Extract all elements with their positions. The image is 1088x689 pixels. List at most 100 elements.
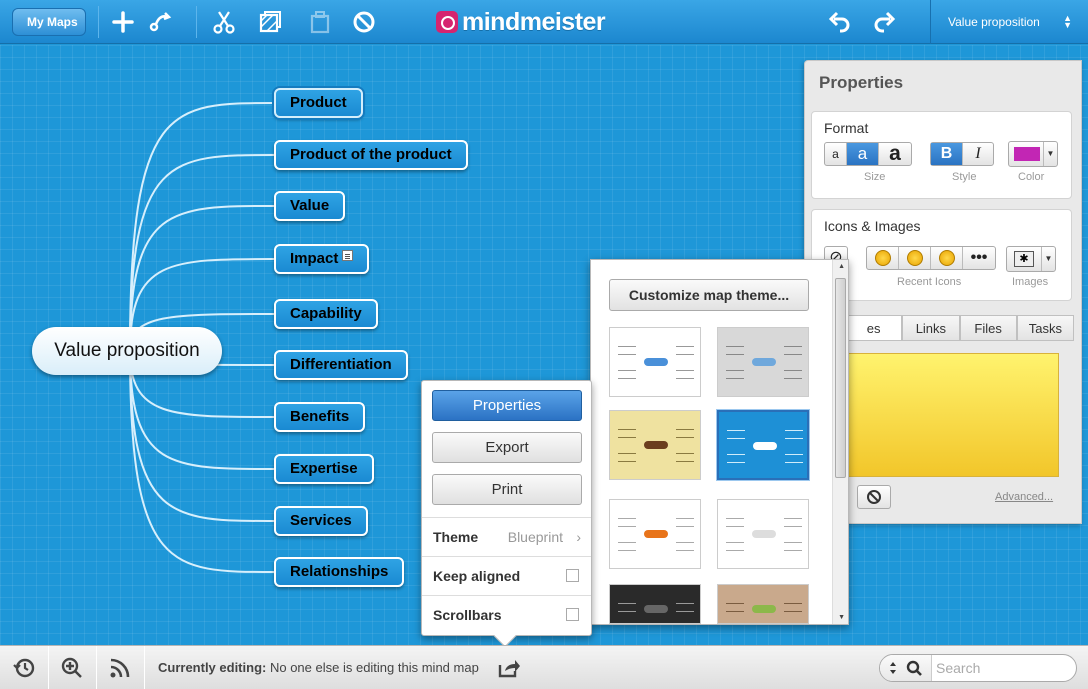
theme-thumb-minimal[interactable]: [717, 499, 809, 569]
size-label: Size: [864, 171, 886, 183]
recent-icons-group: •••: [866, 246, 996, 270]
chevron-right-icon: ›: [576, 529, 581, 545]
search-options-button[interactable]: [880, 655, 932, 681]
share-icon[interactable]: [497, 656, 521, 680]
paste-icon[interactable]: [307, 9, 333, 35]
thumb-branch: [784, 526, 802, 527]
thumb-branch: [784, 518, 802, 519]
theme-thumb-blueprint[interactable]: [717, 410, 809, 480]
theme-thumb-dark[interactable]: [609, 584, 701, 624]
clear-note-button[interactable]: [857, 485, 891, 509]
note-editor[interactable]: [845, 353, 1059, 477]
top-toolbar: My Maps mindmeister Value proposition ▲ ▼: [0, 0, 1088, 44]
thumb-branch: [676, 603, 694, 604]
redo-icon[interactable]: [872, 9, 898, 35]
thumb-branch: [618, 370, 636, 371]
node-services[interactable]: Services: [274, 506, 368, 536]
keep-aligned-checkbox[interactable]: [566, 569, 579, 582]
node-benefits[interactable]: Benefits: [274, 402, 366, 432]
delete-icon[interactable]: [351, 9, 377, 35]
smiley-happy-icon[interactable]: [867, 247, 899, 269]
scroll-up-icon[interactable]: ▲: [838, 263, 845, 270]
scrollbar-thumb[interactable]: [835, 278, 846, 478]
node-expertise[interactable]: Expertise: [274, 454, 374, 484]
map-selector[interactable]: Value proposition ▲ ▼: [930, 0, 1088, 44]
theme-thumb-default[interactable]: [609, 327, 701, 397]
node-product[interactable]: Product: [274, 88, 363, 118]
node-capability[interactable]: Capability: [274, 299, 378, 329]
color-picker[interactable]: ▼: [1008, 141, 1058, 167]
note-icon[interactable]: [342, 250, 354, 261]
gallery-scrollbar[interactable]: ▲ ▼: [832, 260, 848, 624]
properties-title: Properties: [819, 73, 904, 92]
thumb-branch: [784, 611, 802, 612]
cut-icon[interactable]: [211, 9, 237, 35]
node-relationships[interactable]: Relationships: [274, 557, 405, 587]
node-value[interactable]: Value: [274, 191, 346, 221]
history-icon[interactable]: [12, 656, 36, 680]
tab-links[interactable]: Links: [902, 315, 960, 340]
format-section: Format a a a Size B I Style ▼ Color: [811, 111, 1072, 199]
my-maps-button[interactable]: My Maps: [12, 8, 86, 36]
node-label: Product: [290, 94, 347, 111]
thumb-branch: [676, 550, 694, 551]
zoom-in-icon[interactable]: [60, 656, 84, 680]
more-icons-button[interactable]: •••: [963, 247, 995, 269]
thumb-branch: [676, 526, 694, 527]
keep-aligned-row[interactable]: Keep aligned: [422, 556, 591, 595]
style-label: Style: [952, 171, 977, 183]
thumb-center-node: [752, 530, 776, 538]
bottom-toolbar: Currently editing: No one else is editin…: [0, 645, 1088, 689]
thumb-branch: [676, 542, 694, 543]
node-product-of-the-product[interactable]: Product of the product: [274, 140, 468, 170]
copy-icon[interactable]: [257, 9, 283, 35]
thumb-branch: [676, 370, 694, 371]
theme-gallery-popup: Customize map theme... ▲ ▼: [590, 259, 849, 625]
print-button[interactable]: Print: [432, 474, 582, 505]
node-label: Services: [290, 512, 352, 529]
thumb-branch: [784, 370, 802, 371]
feed-icon[interactable]: [108, 656, 132, 680]
smiley-sad-icon[interactable]: [931, 247, 963, 269]
theme-thumb-silver[interactable]: [717, 327, 809, 397]
connect-icon[interactable]: [148, 9, 174, 35]
search-input[interactable]: [936, 658, 1070, 678]
thumb-branch: [618, 611, 636, 612]
node-label: Benefits: [290, 408, 350, 425]
images-picker[interactable]: ✱ ▼: [1006, 246, 1056, 272]
theme-thumb-earth[interactable]: [717, 584, 809, 624]
undo-icon[interactable]: [826, 9, 852, 35]
node-differentiation[interactable]: Differentiation: [274, 350, 408, 380]
smiley-neutral-icon[interactable]: [899, 247, 931, 269]
status-text: No one else is editing this mind map: [269, 660, 479, 675]
theme-thumb-sand[interactable]: [609, 410, 701, 480]
advanced-link[interactable]: Advanced...: [995, 491, 1053, 503]
theme-thumb-orange[interactable]: [609, 499, 701, 569]
scrollbars-checkbox[interactable]: [566, 608, 579, 621]
theme-row[interactable]: Theme Blueprint ›: [422, 517, 591, 556]
thumb-center-node: [644, 530, 668, 538]
toolbar-separator: [98, 6, 99, 38]
size-medium-button[interactable]: a: [847, 143, 879, 165]
export-button[interactable]: Export: [432, 432, 582, 463]
size-large-button[interactable]: a: [879, 143, 911, 165]
customize-theme-button[interactable]: Customize map theme...: [609, 279, 809, 311]
thumb-branch: [726, 526, 744, 527]
tab-notes[interactable]: es: [845, 315, 903, 340]
root-node[interactable]: Value proposition: [32, 327, 222, 375]
bold-button[interactable]: B: [931, 143, 963, 165]
scroll-down-icon[interactable]: ▼: [838, 614, 845, 621]
italic-button[interactable]: I: [963, 143, 993, 165]
thumb-branch: [784, 550, 802, 551]
thumb-branch: [618, 461, 636, 462]
tab-tasks[interactable]: Tasks: [1016, 315, 1074, 340]
size-selector: a a a: [824, 142, 912, 166]
images-label: Images: [1012, 276, 1049, 288]
thumb-branch: [618, 429, 636, 430]
size-small-button[interactable]: a: [825, 143, 847, 165]
tab-files[interactable]: Files: [959, 315, 1017, 340]
thumb-branch: [618, 346, 636, 347]
add-icon[interactable]: [110, 9, 136, 35]
properties-button[interactable]: Properties: [432, 390, 582, 421]
node-impact[interactable]: Impact: [274, 244, 370, 274]
